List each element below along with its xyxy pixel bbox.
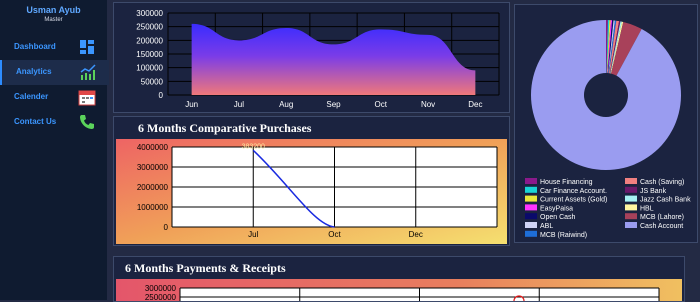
purchases-ytick-label: 3000000 [137,163,169,172]
pie-legend-label: Jazz Cash Bank [640,197,691,204]
purchases-ytick-label: 2000000 [137,183,169,192]
pie-legend-label: JS Bank [640,188,667,195]
area-ytick-label: 0 [159,91,164,100]
nav-label-analytics: Analytics [16,67,52,76]
sidebar: Usman Ayub Master Dashboard Analytics Ca… [0,0,109,300]
pie-legend-label: ABL [540,223,553,230]
area-ytick-label: 250000 [136,23,163,32]
pie-legend-swatch [625,178,637,184]
purchases-ytick-label: 0 [164,223,169,232]
area-xtick-label: Oct [375,100,388,109]
pie-legend-label: Car Finance Account. [540,188,607,195]
pie-panel: House Financing Car Finance Account. Curre… [514,4,698,243]
pie-legend-swatch [525,178,537,184]
area-ytick-label: 300000 [136,9,163,18]
nav-label-calendar: Calender [14,92,49,101]
purchases-panel: 6 Months Comparative Purchases 4000000 30… [113,116,510,246]
purchases-xtick-label: Oct [328,230,341,239]
area-chart-panel: 300000 250000 200000 150000 100000 50000 0 Jun J… [113,2,510,113]
area-xtick-label: Aug [279,100,293,109]
pie-chart: House Financing Car Finance Account. Curre… [525,20,691,239]
pie-legend-swatch [625,195,637,202]
pie-legend-swatch [525,213,537,220]
pie-legend-label: EasyPaisa [540,205,573,212]
area-ytick-label: 150000 [136,50,163,59]
user-role: Master [44,17,63,23]
nav-item-analytics[interactable]: Analytics [0,60,109,85]
purchases-xtick-label: Dec [409,230,423,239]
pie-legend-label: Current Assets (Gold) [540,197,607,204]
analytics-icon [80,64,96,80]
pie-slice [531,20,681,170]
pie-legend-swatch [625,213,637,220]
dashboard-icon [80,40,94,54]
payments-ytick-label: 3000000 [145,284,177,293]
nav-label-contact: Contact Us [14,117,57,126]
area-xtick-label: Nov [421,100,435,109]
area-series-fill [191,23,476,95]
pie-legend-label: Open Cash [540,214,576,221]
area-xtick-label: Jul [234,100,244,109]
pie-legend-swatch [525,195,537,202]
pie-legend-swatch [625,222,637,228]
pie-legend-label: House Financing [540,179,593,186]
pie-legend-swatch [525,222,537,228]
user-name: Usman Ayub [26,5,81,15]
pie-legend-label: MCB (Raiwind) [540,232,587,239]
pie-legend-label: Cash Account [640,223,683,230]
area-xtick-label: Sep [326,100,341,109]
pie-legend-label: MCB (Lahore) [640,214,684,221]
pie-legend-swatch [525,204,537,211]
pie-legend-label: Cash (Saving) [640,179,684,186]
purchases-xtick-label: Jul [248,230,258,239]
pie-legend-swatch [625,186,637,193]
area-ytick-label: 50000 [141,77,164,86]
purchases-ytick-label: 4000000 [137,143,169,152]
area-ytick-label: 100000 [136,64,163,73]
purchases-ytick-label: 1000000 [137,203,169,212]
area-xtick-label: Dec [468,100,482,109]
pie-legend-swatch [625,204,637,211]
payments-panel: 6 Months Payments & Receipts 3000000 2500… [113,256,685,302]
nav-item-calendar[interactable]: Calender [0,85,107,110]
nav-item-contact[interactable]: Contact Us [0,110,107,135]
nav-item-dashboard[interactable]: Dashboard [0,35,107,60]
pie-legend-swatch [525,230,537,237]
payments-chart: 30000002500000 [116,279,682,301]
pie-legend-swatch [525,186,537,193]
area-chart: 300000 250000 200000 150000 100000 50000 0 Jun J… [136,9,500,109]
phone-icon [80,115,94,129]
pie-legend-label: HBL [640,205,654,212]
purchases-data-label: 383200 [242,143,265,150]
nav-label-dashboard: Dashboard [14,42,56,51]
calendar-icon [78,90,96,106]
purchases-line-chart: 4000000 3000000 2000000 1000000 0 Jul Oct Dec 38… [116,139,507,244]
area-xtick-label: Jun [185,100,198,109]
area-ytick-label: 200000 [136,36,163,45]
